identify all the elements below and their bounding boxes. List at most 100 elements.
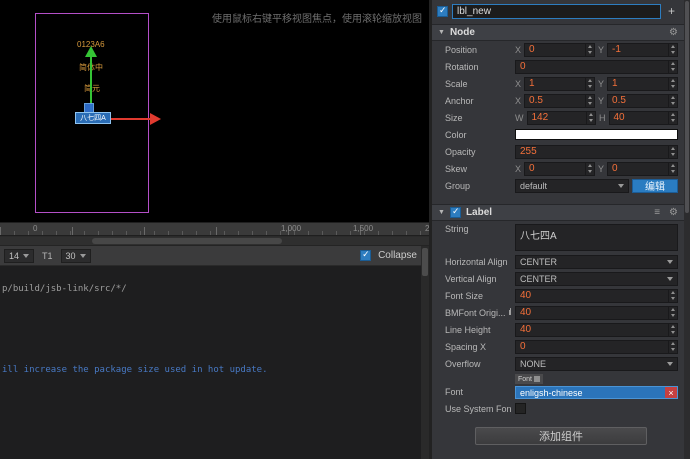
collapse-checkbox[interactable] xyxy=(360,249,372,261)
node-section-title: Node xyxy=(449,27,475,38)
font-size-row: Font Size 40 xyxy=(432,287,690,304)
rotation-input[interactable]: 0 xyxy=(515,59,678,74)
horizontal-scrollbar-thumb[interactable] xyxy=(92,238,282,244)
scene-view[interactable]: 使用鼠标右键平移视图焦点，使用滚轮缩放视图 0123A6 简体中 简元 八七四A xyxy=(0,0,429,222)
stepper-icon[interactable] xyxy=(668,94,677,107)
color-swatch[interactable] xyxy=(515,129,678,140)
close-icon[interactable]: × xyxy=(665,387,677,398)
position-y-value: -1 xyxy=(612,44,621,55)
inspector-scrollbar-thumb[interactable] xyxy=(685,1,689,213)
bmfont-original-input[interactable]: 40 xyxy=(515,305,678,320)
gear-icon[interactable]: ⚙ xyxy=(669,27,678,38)
overflow-select[interactable]: NONE xyxy=(515,356,678,371)
font-size-value: 14 xyxy=(9,250,20,261)
size-w-input[interactable]: 142 xyxy=(526,110,596,125)
string-row: String 八七四A xyxy=(432,221,690,253)
stepper-icon[interactable] xyxy=(668,43,677,56)
stepper-icon[interactable] xyxy=(668,323,677,336)
scene-node-label[interactable]: 简元 xyxy=(84,83,100,94)
size-h-input[interactable]: 40 xyxy=(608,110,678,125)
gear-icon[interactable]: ⚙ xyxy=(669,207,678,218)
scale-x-input[interactable]: 1 xyxy=(524,76,595,91)
collapse-triangle-icon[interactable]: ▼ xyxy=(438,209,445,216)
stepper-icon[interactable] xyxy=(585,77,594,90)
node-active-checkbox[interactable] xyxy=(437,5,448,17)
size-h-value: 40 xyxy=(613,112,625,123)
stepper-icon[interactable] xyxy=(668,111,677,124)
selected-node[interactable]: 八七四A xyxy=(75,112,111,124)
scene-hint-text: 使用鼠标右键平移视图焦点，使用滚轮缩放视图 xyxy=(212,14,422,25)
anchor-y-input[interactable]: 0.5 xyxy=(607,93,678,108)
editor-window: 使用鼠标右键平移视图焦点，使用滚轮缩放视图 0123A6 简体中 简元 八七四A… xyxy=(0,0,690,459)
console-vertical-scrollbar[interactable] xyxy=(421,246,429,459)
vertical-align-label: Vertical Align xyxy=(445,273,497,284)
line-height-input[interactable]: 40 xyxy=(515,322,678,337)
docs-icon[interactable]: ≡ xyxy=(654,207,660,218)
rotation-label: Rotation xyxy=(445,61,479,72)
lock-icon[interactable] xyxy=(508,307,511,315)
line-height-value: 40 xyxy=(520,324,532,335)
use-system-font-label: Use System Font xyxy=(445,403,511,414)
line-height-dropdown[interactable]: 30 xyxy=(60,248,91,263)
position-x-input[interactable]: 0 xyxy=(524,42,595,57)
spacing-x-input[interactable]: 0 xyxy=(515,339,678,354)
use-system-font-checkbox[interactable] xyxy=(515,403,526,414)
use-system-font-row: Use System Font xyxy=(432,400,690,417)
stepper-icon[interactable] xyxy=(668,306,677,319)
string-label: String xyxy=(445,224,469,234)
node-section-header[interactable]: ▼ Node ⚙ xyxy=(432,24,690,41)
group-edit-button[interactable]: 编辑 xyxy=(632,178,678,193)
console-panel: 14 T1 30 Collapse p/build/jsb-link/src/*… xyxy=(0,246,429,459)
opacity-input[interactable]: 255 xyxy=(515,144,678,159)
inspector-scrollbar[interactable] xyxy=(684,0,690,459)
y-axis-label: Y xyxy=(598,95,605,106)
vertical-align-select[interactable]: CENTER xyxy=(515,271,678,286)
group-label: Group xyxy=(445,180,471,191)
add-component-button[interactable]: 添加组件 xyxy=(475,427,647,445)
scale-y-value: 1 xyxy=(612,78,618,89)
rotation-value: 0 xyxy=(520,61,526,72)
stepper-icon[interactable] xyxy=(668,145,677,158)
w-axis-label: W xyxy=(515,112,524,123)
font-size-dropdown[interactable]: 14 xyxy=(4,248,35,263)
chevron-down-icon xyxy=(667,276,673,281)
stepper-icon[interactable] xyxy=(668,162,677,175)
console-scrollbar-thumb[interactable] xyxy=(422,248,428,276)
group-select[interactable]: default xyxy=(515,178,629,193)
label-enabled-checkbox[interactable] xyxy=(449,206,461,218)
text-tool-button[interactable]: T1 xyxy=(39,251,56,261)
ruler-label: 0 xyxy=(33,224,38,233)
font-size-input[interactable]: 40 xyxy=(515,288,678,303)
add-icon[interactable]: + xyxy=(665,4,678,18)
label-section-header[interactable]: ▼ Label ≡ ⚙ xyxy=(432,204,690,221)
stepper-icon[interactable] xyxy=(668,60,677,73)
group-value: default xyxy=(520,180,548,191)
bmfont-original-row: BMFont Origi... 40 xyxy=(432,304,690,321)
line-height-label: Line Height xyxy=(445,324,491,335)
stepper-icon[interactable] xyxy=(668,289,677,302)
node-name-input[interactable]: lbl_new xyxy=(452,3,661,19)
console-output[interactable]: p/build/jsb-link/src/*/ ill increase the… xyxy=(0,266,429,458)
stepper-icon[interactable] xyxy=(668,77,677,90)
label-section-title: Label xyxy=(465,207,493,218)
font-asset-field[interactable]: enligsh-chinese × xyxy=(515,386,678,399)
horizontal-align-select[interactable]: CENTER xyxy=(515,254,678,269)
x-axis-label: X xyxy=(515,95,522,106)
gizmo-x-axis-arrow-icon[interactable] xyxy=(150,113,161,125)
horizontal-scrollbar[interactable] xyxy=(0,237,429,246)
stepper-icon[interactable] xyxy=(586,111,595,124)
skew-x-input[interactable]: 0 xyxy=(524,161,595,176)
gizmo-y-axis-arrow-icon[interactable] xyxy=(85,46,97,57)
string-textarea[interactable]: 八七四A xyxy=(515,224,678,251)
stepper-icon[interactable] xyxy=(668,340,677,353)
skew-y-input[interactable]: 0 xyxy=(607,161,678,176)
stepper-icon[interactable] xyxy=(585,162,594,175)
skew-x-value: 0 xyxy=(529,163,535,174)
font-size-value: 40 xyxy=(520,290,532,301)
stepper-icon[interactable] xyxy=(585,43,594,56)
stepper-icon[interactable] xyxy=(585,94,594,107)
scale-y-input[interactable]: 1 xyxy=(607,76,678,91)
collapse-triangle-icon[interactable]: ▼ xyxy=(438,29,445,36)
anchor-x-input[interactable]: 0.5 xyxy=(524,93,595,108)
position-y-input[interactable]: -1 xyxy=(607,42,678,57)
